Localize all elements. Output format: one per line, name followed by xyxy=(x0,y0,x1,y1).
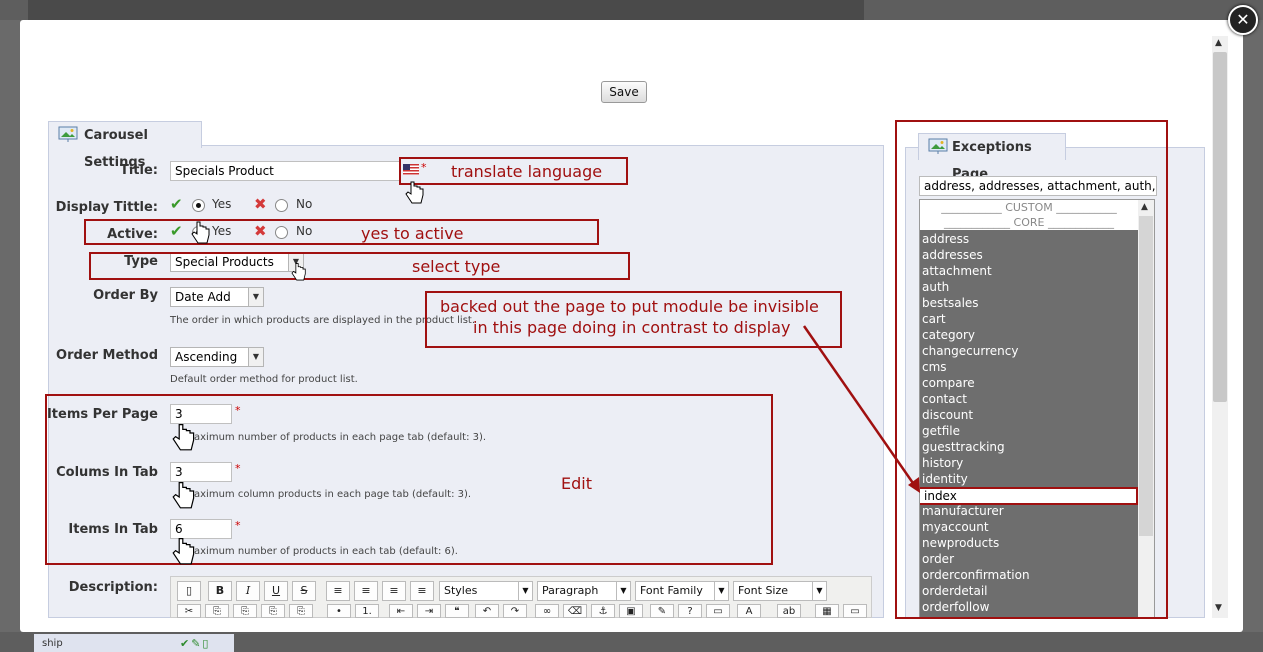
hand-cursor-icon xyxy=(172,482,195,509)
hand-cursor-icon xyxy=(172,424,195,451)
hand-cursor-icon xyxy=(191,221,210,244)
hand-cursor-icon xyxy=(291,263,306,281)
hand-cursor-icon xyxy=(172,538,195,565)
hand-cursor-icon xyxy=(405,181,424,204)
